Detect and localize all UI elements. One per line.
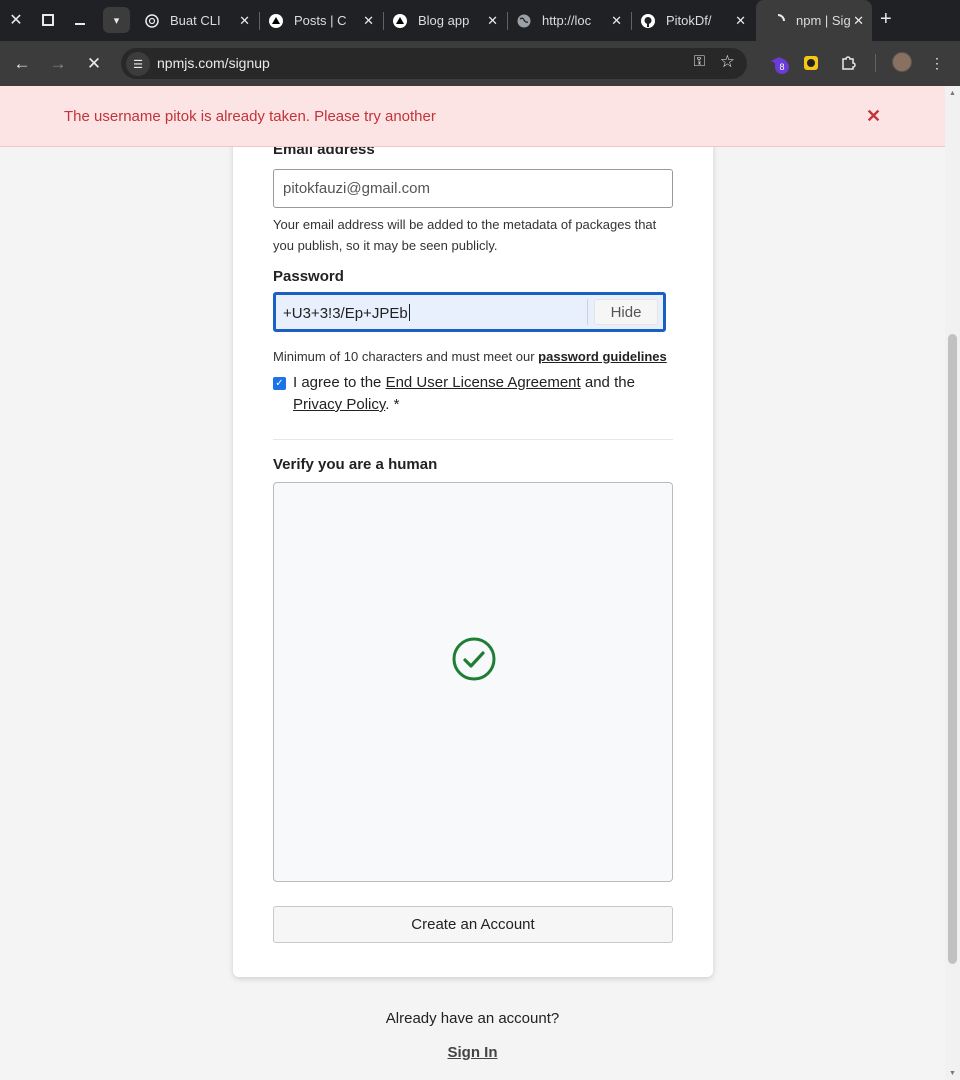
agree-checkbox[interactable]: ✓ [273, 377, 286, 390]
password-help-prefix: Minimum of 10 characters and must meet o… [273, 349, 539, 364]
triangle-icon [392, 13, 408, 29]
password-divider [587, 299, 588, 325]
tab-localhost[interactable]: http://loc ✕ [508, 0, 632, 41]
hide-password-button[interactable]: Hide [594, 299, 658, 325]
chrome-menu-icon[interactable]: ⋮ [926, 52, 948, 74]
address-bar[interactable]: ☰ npmjs.com/signup ⚿ ☆ [121, 48, 747, 79]
back-icon[interactable]: ← [8, 50, 36, 78]
bookmark-star-icon[interactable]: ☆ [720, 52, 735, 72]
tab-title: http://loc [542, 13, 592, 28]
site-info-icon[interactable]: ☰ [126, 52, 150, 76]
stop-loading-icon[interactable]: ✕ [80, 50, 108, 78]
scrollbar[interactable]: ▲ ▼ [945, 86, 960, 1080]
tab-title: PitokDf/ [666, 13, 712, 28]
tab-title: Blog app [418, 13, 470, 28]
tab-title: Buat CLI [170, 13, 221, 28]
tab-strip: ✕ ▾ Buat CLI ✕ Posts | C ✕ Blog app ✕ ht… [0, 0, 960, 41]
tab-search-icon[interactable]: ▾ [103, 7, 130, 33]
restore-window-icon[interactable] [34, 6, 62, 34]
agree-suffix: . * [385, 396, 400, 413]
loading-icon [770, 13, 786, 29]
signup-card: Email address Your email address will be… [233, 86, 713, 977]
tab-close-icon[interactable]: ✕ [611, 13, 622, 29]
page-viewport: Email address Your email address will be… [0, 86, 945, 1080]
tab-close-icon[interactable]: ✕ [735, 13, 746, 29]
new-tab-icon[interactable]: + [880, 8, 892, 31]
password-field[interactable]: +U3+3!3/Ep+JPEb Hide [273, 292, 666, 332]
tab-posts[interactable]: Posts | C ✕ [260, 0, 384, 41]
agree-middle: and the [580, 374, 635, 391]
divider [273, 439, 673, 440]
check-circle-icon [452, 637, 496, 681]
tab-title: Posts | C [294, 13, 347, 28]
browser-toolbar: ← → ✕ ☰ npmjs.com/signup ⚿ ☆ ⋮ [0, 41, 960, 86]
extension-yellow-icon[interactable] [800, 52, 822, 74]
triangle-icon [268, 13, 284, 29]
tab-close-icon[interactable]: ✕ [239, 13, 250, 29]
tab-npm-signup[interactable]: npm | Sig ✕ [756, 0, 872, 41]
close-window-icon[interactable]: ✕ [2, 6, 30, 34]
minimize-window-icon[interactable] [66, 6, 94, 34]
scroll-up-icon[interactable]: ▲ [949, 90, 956, 97]
email-help-text: Your email address will be added to the … [273, 217, 657, 253]
forward-icon[interactable]: → [44, 50, 72, 78]
verify-label: Verify you are a human [273, 456, 438, 473]
tab-title: npm | Sig [796, 13, 851, 28]
error-alert: The username pitok is already taken. Ple… [0, 86, 945, 147]
eula-link[interactable]: End User License Agreement [386, 374, 581, 391]
scrollbar-thumb[interactable] [948, 334, 957, 964]
globe-icon [516, 13, 532, 29]
password-label: Password [273, 268, 344, 285]
extension-badge: 8 [775, 60, 789, 74]
password-help-text: Minimum of 10 characters and must meet o… [273, 346, 673, 367]
tab-blog-app[interactable]: Blog app ✕ [384, 0, 508, 41]
privacy-policy-link[interactable]: Privacy Policy [293, 396, 385, 413]
password-value[interactable]: +U3+3!3/Ep+JPEb [283, 304, 410, 322]
sign-in-link[interactable]: Sign In [448, 1044, 498, 1061]
password-key-icon[interactable]: ⚿ [694, 53, 705, 70]
password-guidelines-link[interactable]: password guidelines [538, 349, 667, 364]
create-account-button[interactable]: Create an Account [273, 906, 673, 943]
chatgpt-icon [144, 13, 160, 29]
agree-prefix: I agree to the [293, 374, 386, 391]
email-field[interactable] [273, 169, 673, 208]
sign-in-link-wrapper: Sign In [0, 1044, 945, 1061]
close-icon[interactable]: ✕ [866, 106, 881, 127]
scroll-down-icon[interactable]: ▼ [949, 1070, 956, 1077]
tab-close-icon[interactable]: ✕ [853, 13, 864, 29]
toolbar-separator [875, 54, 876, 72]
text-caret [408, 304, 410, 321]
alert-message: The username pitok is already taken. Ple… [64, 108, 436, 125]
extensions-puzzle-icon[interactable] [837, 52, 859, 74]
captcha-widget[interactable] [273, 482, 673, 882]
agree-text: I agree to the End User License Agreemen… [293, 372, 673, 416]
url-text[interactable]: npmjs.com/signup [157, 55, 270, 71]
profile-avatar[interactable] [892, 52, 912, 72]
tab-close-icon[interactable]: ✕ [363, 13, 374, 29]
github-icon [640, 13, 656, 29]
already-have-account-text: Already have an account? [385, 1010, 560, 1027]
tab-close-icon[interactable]: ✕ [487, 13, 498, 29]
tab-buat-cli[interactable]: Buat CLI ✕ [136, 0, 260, 41]
tab-github[interactable]: PitokDf/ ✕ [632, 0, 754, 41]
